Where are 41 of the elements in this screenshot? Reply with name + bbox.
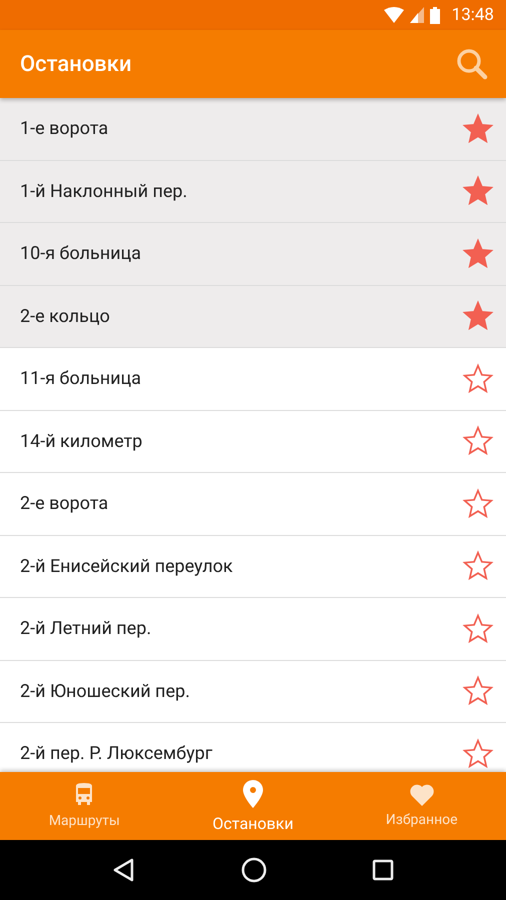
- wifi-icon: [384, 7, 404, 23]
- stop-name: 2-й пер. Р. Люксембург: [20, 743, 212, 764]
- back-button[interactable]: [112, 858, 136, 882]
- stop-name: 1-й Наклонный пер.: [20, 180, 188, 202]
- favorite-star-button[interactable]: [462, 175, 494, 208]
- stop-row[interactable]: 1-е ворота: [0, 98, 506, 160]
- stop-name: 2-е ворота: [20, 493, 108, 514]
- recents-button[interactable]: [372, 859, 394, 881]
- screen-title: Остановки: [20, 52, 132, 76]
- heart-icon: [410, 784, 434, 806]
- favorite-star-button[interactable]: [462, 425, 494, 458]
- favorite-star-button[interactable]: [462, 738, 494, 770]
- location-pin-icon: [243, 780, 263, 808]
- stop-name: 2-е кольцо: [20, 306, 110, 327]
- favorite-star-button[interactable]: [462, 238, 494, 270]
- clock: 13:48: [452, 5, 494, 25]
- stop-name: 10-я больница: [20, 243, 142, 264]
- favorite-star-button[interactable]: [462, 675, 494, 708]
- stop-name: 1-е ворота: [20, 118, 108, 140]
- stop-row[interactable]: 10-я больница: [0, 223, 506, 286]
- stop-name: 2-й Юношеский пер.: [20, 680, 190, 702]
- favorite-star-button[interactable]: [462, 488, 494, 520]
- favorite-star-button[interactable]: [462, 112, 494, 145]
- stop-name: 14-й километр: [20, 430, 142, 452]
- stop-name: 11-я больница: [20, 368, 142, 390]
- stop-row[interactable]: 14-й километр: [0, 410, 506, 473]
- stop-row[interactable]: 2-й Юношеский пер.: [0, 660, 506, 723]
- favorite-star-button[interactable]: [462, 300, 494, 332]
- stop-name: 2-й Енисейский переулок: [20, 556, 233, 577]
- stop-row[interactable]: 2-й Енисейский переулок: [0, 536, 506, 598]
- stop-row[interactable]: 2-е кольцо: [0, 286, 506, 348]
- favorite-star-button[interactable]: [462, 612, 494, 645]
- stop-name: 2-й Летний пер.: [20, 618, 152, 640]
- signal-icon: [410, 7, 424, 23]
- favorite-star-button[interactable]: [462, 362, 494, 395]
- favorite-star-button[interactable]: [462, 550, 494, 582]
- stop-row[interactable]: 1-й Наклонный пер.: [0, 160, 506, 223]
- search-icon: [456, 48, 488, 80]
- home-button[interactable]: [240, 857, 267, 883]
- search-button[interactable]: [456, 48, 488, 80]
- battery-icon: [430, 6, 440, 24]
